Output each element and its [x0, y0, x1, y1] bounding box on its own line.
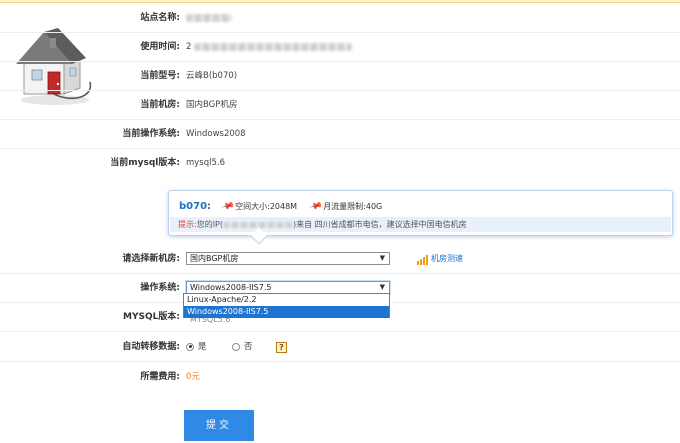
ip-hint: 提示:您的IP()来自 四川省成都市电信，建议选择中国电信机房	[170, 217, 671, 232]
signal-bars-icon	[417, 253, 429, 265]
tooltip-header: b070: 📌空间大小:2048M 📌月流量限制:40G	[179, 200, 392, 214]
room-value: 国内BGP机房	[186, 100, 238, 110]
fee-label: 所需费用:	[140, 372, 180, 382]
usage-time-value: 2	[186, 33, 353, 62]
pin-icon: 📌	[308, 199, 323, 215]
site-name-label: 站点名称:	[140, 13, 180, 23]
notice-strip	[0, 0, 680, 3]
room-label: 当前机房:	[140, 100, 180, 110]
row-room: 当前机房: 国内BGP机房	[0, 91, 680, 120]
os-value: Windows2008	[186, 129, 246, 139]
migrate-no-radio[interactable]: 否	[232, 333, 253, 362]
fee-value: 0元	[186, 372, 200, 382]
radio-unchecked-icon	[232, 342, 240, 351]
mysql-select-label: MYSQL版本:	[123, 312, 180, 322]
model-value: 云峰B(b070)	[186, 71, 238, 81]
pin-icon: 📌	[220, 199, 235, 215]
model-label: 当前型号:	[140, 71, 180, 81]
hint-label: 提示:	[178, 220, 197, 229]
os-option-linux[interactable]: Linux-Apache/2.2	[184, 294, 389, 306]
new-room-select[interactable]: 国内BGP机房 ▼	[186, 252, 390, 265]
os-label: 当前操作系统:	[122, 129, 180, 139]
chevron-down-icon: ▼	[379, 254, 385, 262]
row-usage-time: 使用时间: 2	[0, 33, 680, 62]
mysql-label: 当前mysql版本:	[110, 158, 180, 168]
chevron-down-icon: ▼	[379, 283, 385, 291]
row-site-name: 站点名称:	[0, 4, 680, 33]
row-model: 当前型号: 云峰B(b070)	[0, 62, 680, 91]
usage-time-label: 使用时间:	[140, 42, 180, 52]
migrate-yes-radio[interactable]: 是	[186, 333, 207, 362]
space-size: 空间大小:2048M	[235, 202, 298, 211]
radio-checked-icon	[186, 342, 194, 351]
os-select-label: 操作系统:	[140, 283, 180, 293]
room-speed-test-link[interactable]: 机房测速	[417, 253, 463, 265]
os-option-windows[interactable]: Windows2008-IIS7.5	[184, 306, 389, 318]
row-migrate: 自动转移数据: 是 否 ?	[0, 333, 680, 362]
row-os: 当前操作系统: Windows2008	[0, 120, 680, 149]
os-dropdown-list[interactable]: Linux-Apache/2.2 Windows2008-IIS7.5	[183, 293, 390, 318]
mysql-value: mysql5.6	[186, 158, 226, 168]
plan-code: b070:	[179, 201, 212, 212]
plan-tooltip: b070: 📌空间大小:2048M 📌月流量限制:40G 提示:您的IP()来自…	[168, 190, 673, 245]
new-room-label: 请选择新机房:	[122, 254, 180, 264]
site-name-value	[186, 4, 232, 33]
migrate-label: 自动转移数据:	[122, 342, 180, 352]
submit-button[interactable]: 提交	[184, 410, 254, 441]
row-fee: 所需费用: 0元	[0, 363, 680, 392]
row-mysql: 当前mysql版本: mysql5.6	[0, 149, 680, 178]
traffic-limit: 月流量限制:40G	[323, 202, 383, 211]
help-icon[interactable]: ?	[276, 342, 287, 353]
